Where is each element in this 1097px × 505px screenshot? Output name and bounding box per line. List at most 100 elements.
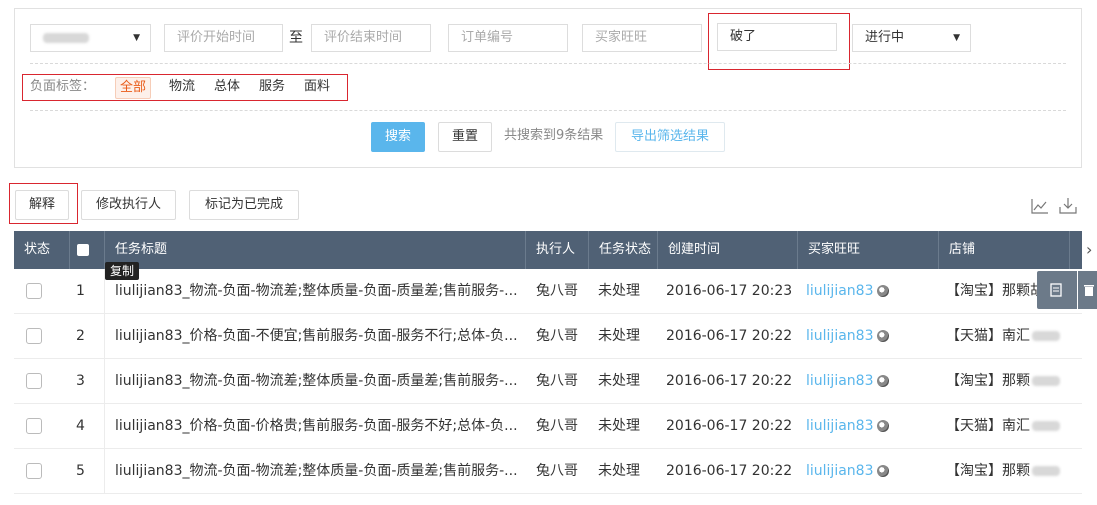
shop-cell: 【淘宝】那颗 <box>946 359 1062 404</box>
download-icon[interactable] <box>1059 197 1077 218</box>
table-row[interactable]: 3 liulijian83_物流-负面-物流差;整体质量-负面-质量差;售前服务-… <box>14 359 1082 404</box>
chart-icon[interactable] <box>1031 198 1049 218</box>
result-count: 共搜索到9条结果 <box>504 128 604 143</box>
wangwang-chat-icon[interactable] <box>877 420 890 432</box>
chevron-down-icon: ▼ <box>953 33 960 43</box>
scroll-right-icon[interactable]: › <box>1086 240 1092 259</box>
shop-name: 【天猫】南汇 <box>946 418 1030 434</box>
row-checkbox[interactable] <box>26 463 42 479</box>
divider <box>30 110 1066 111</box>
buyer-cell: liulijian83 <box>806 269 936 314</box>
assignee: 兔八哥 <box>536 328 578 344</box>
modify-assignee-button[interactable]: 修改执行人 <box>81 190 176 220</box>
row-checkbox[interactable] <box>26 373 42 389</box>
buyer-link[interactable]: liulijian83 <box>806 283 873 299</box>
neg-tag-service[interactable]: 服务 <box>259 77 285 97</box>
created-time: 2016-06-17 20:22 <box>666 328 793 344</box>
task-title-link[interactable]: liulijian83_物流-负面-物流差;整体质量-负面-质量差;售前服务-.… <box>115 359 522 404</box>
row-number: 3 <box>76 373 85 389</box>
assignee: 兔八哥 <box>536 463 578 479</box>
col-created[interactable]: 创建时间 <box>658 231 798 269</box>
neg-tag-label: 负面标签： <box>30 79 96 94</box>
wangwang-chat-icon[interactable] <box>877 465 890 477</box>
neg-tag-overall[interactable]: 总体 <box>214 77 240 97</box>
to-label: 至 <box>289 30 303 46</box>
row-checkbox[interactable] <box>26 283 42 299</box>
col-status[interactable]: 状态 <box>14 231 70 269</box>
shop-cell: 【天猫】南汇 <box>946 314 1062 359</box>
blurred-shop-suffix <box>1032 376 1060 386</box>
wangwang-chat-icon[interactable] <box>877 330 890 342</box>
order-no-input[interactable]: 订单编号 <box>448 24 568 52</box>
order-no-placeholder: 订单编号 <box>461 30 514 45</box>
select-all-checkbox[interactable] <box>77 243 89 256</box>
row-number: 5 <box>76 463 85 479</box>
edit-action-button[interactable] <box>1037 271 1077 309</box>
task-title-link[interactable]: liulijian83_价格-负面-价格贵;售前服务-负面-服务不好;总体-负.… <box>115 404 522 449</box>
assignee: 兔八哥 <box>536 418 578 434</box>
delete-action-button[interactable] <box>1078 271 1097 309</box>
shop-name: 【淘宝】那颗 <box>946 373 1030 389</box>
reset-button[interactable]: 重置 <box>438 122 492 152</box>
buyer-cell: liulijian83 <box>806 404 936 449</box>
search-button[interactable]: 搜索 <box>371 122 425 152</box>
col-task-title[interactable]: 任务标题 <box>105 231 526 269</box>
export-button[interactable]: 导出筛选结果 <box>615 122 725 152</box>
keyword-value: 破了 <box>730 29 757 44</box>
blurred-shop-suffix <box>1032 421 1060 431</box>
table-row[interactable]: 1 liulijian83_物流-负面-物流差;整体质量-负面-质量差;售前服务-… <box>14 269 1082 314</box>
row-number: 2 <box>76 328 85 344</box>
eval-end-input[interactable]: 评价结束时间 <box>311 24 431 52</box>
neg-tag-fabric[interactable]: 面料 <box>304 77 330 97</box>
col-task-status[interactable]: 任务状态 <box>589 231 658 269</box>
buyer-link[interactable]: liulijian83 <box>806 373 873 389</box>
eval-start-input[interactable]: 评价开始时间 <box>164 24 283 52</box>
row-number: 4 <box>76 418 85 434</box>
mark-done-button[interactable]: 标记为已完成 <box>189 190 299 220</box>
created-time: 2016-06-17 20:22 <box>666 418 793 434</box>
assignee: 兔八哥 <box>536 283 578 299</box>
table-row[interactable]: 2 liulijian83_价格-负面-不便宜;售前服务-负面-服务不行;总体-负… <box>14 314 1082 359</box>
col-select-all[interactable] <box>70 231 105 269</box>
copy-tooltip: 复制 <box>105 262 140 280</box>
buyer-cell: liulijian83 <box>806 449 936 494</box>
buyer-link[interactable]: liulijian83 <box>806 463 873 479</box>
wangwang-chat-icon[interactable] <box>877 285 890 297</box>
task-title-link[interactable]: liulijian83_物流-负面-物流差;整体质量-负面-质量差;售前服务-.… <box>115 449 522 494</box>
neg-tag-logistics[interactable]: 物流 <box>169 77 195 97</box>
created-time: 2016-06-17 20:22 <box>666 463 793 479</box>
shop-select[interactable]: ▼ <box>30 24 151 52</box>
neg-tag-all[interactable]: 全部 <box>115 77 152 99</box>
chevron-down-icon: ▼ <box>133 33 140 43</box>
created-time: 2016-06-17 20:23 <box>666 283 793 299</box>
col-shop[interactable]: 店铺 <box>939 231 1070 269</box>
column-divider <box>104 269 105 494</box>
row-number: 1 <box>76 283 85 299</box>
buyer-link[interactable]: liulijian83 <box>806 418 873 434</box>
row-checkbox[interactable] <box>26 418 42 434</box>
task-status: 未处理 <box>598 373 640 389</box>
eval-end-placeholder: 评价结束时间 <box>324 30 403 45</box>
edit-icon <box>1050 283 1062 297</box>
blurred-shop-suffix <box>1032 331 1060 341</box>
created-time: 2016-06-17 20:22 <box>666 373 793 389</box>
col-buyer[interactable]: 买家旺旺 <box>798 231 939 269</box>
col-assignee[interactable]: 执行人 <box>526 231 589 269</box>
divider <box>30 63 1066 64</box>
row-checkbox[interactable] <box>26 328 42 344</box>
table-row[interactable]: 4 liulijian83_价格-负面-价格贵;售前服务-负面-服务不好;总体-负… <box>14 404 1082 449</box>
task-status: 未处理 <box>598 283 640 299</box>
status-selected: 进行中 <box>865 30 905 45</box>
buyer-input[interactable]: 买家旺旺 <box>582 24 702 52</box>
table-row[interactable]: 5 liulijian83_物流-负面-物流差;整体质量-负面-质量差;售前服务-… <box>14 449 1082 494</box>
task-title-link[interactable]: liulijian83_物流-负面-物流差;整体质量-负面-质量差;售前服务-.… <box>115 269 522 314</box>
buyer-cell: liulijian83 <box>806 314 936 359</box>
buyer-link[interactable]: liulijian83 <box>806 328 873 344</box>
task-title-link[interactable]: liulijian83_价格-负面-不便宜;售前服务-负面-服务不行;总体-负.… <box>115 314 522 359</box>
wangwang-chat-icon[interactable] <box>877 375 890 387</box>
shop-cell: 【天猫】南汇 <box>946 404 1062 449</box>
status-select[interactable]: 进行中 ▼ <box>852 24 971 52</box>
explain-button[interactable]: 解释 <box>15 190 69 220</box>
shop-name: 【淘宝】那颗 <box>946 463 1030 479</box>
keyword-input[interactable]: 破了 <box>717 23 837 51</box>
